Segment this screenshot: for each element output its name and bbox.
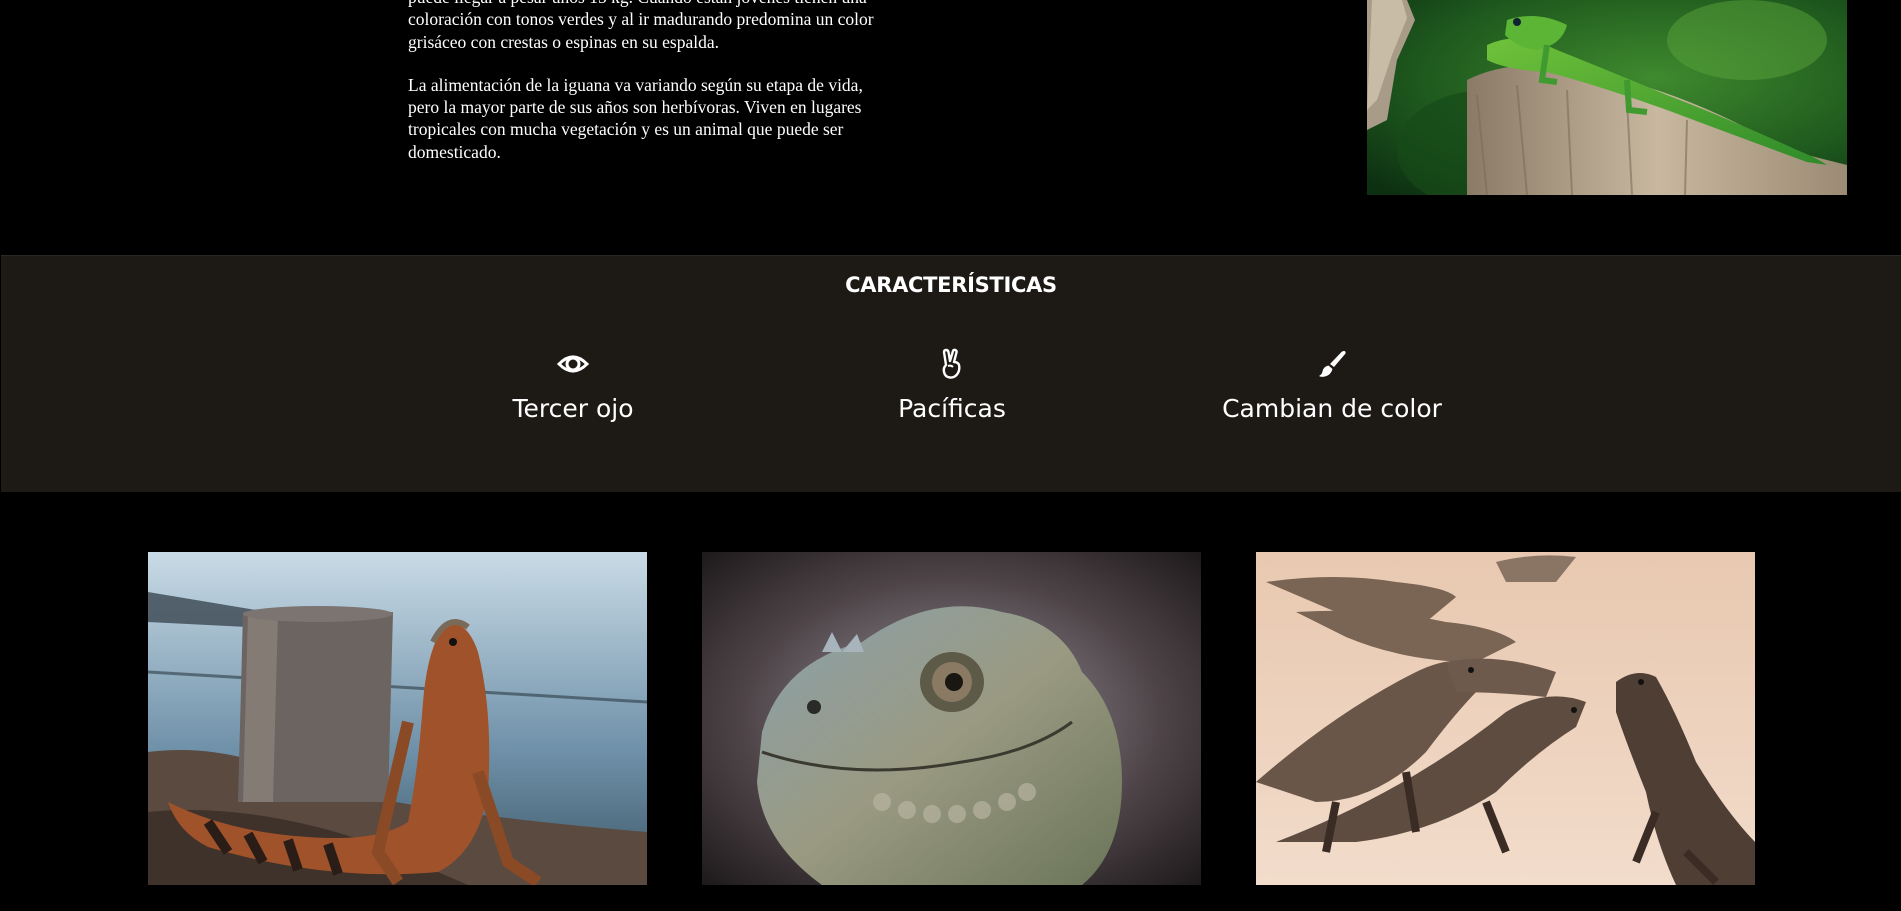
peace-hand-icon [942,348,961,379]
paint-brush-icon [1319,351,1346,377]
iguana-closeup-photo [702,552,1201,885]
feature-label: Cambian de color [1222,394,1442,423]
characteristics-section: CARACTERÍSTICAS Tercer ojo Pacíficas Cam… [1,255,1901,492]
section-title: CARACTERÍSTICAS [845,273,1057,297]
green-iguana-photo [1367,0,1847,195]
intro-paragraph-2: La alimentación de la iguana va variando… [408,74,863,162]
iguanas-on-beach-photo [1256,552,1755,885]
orange-iguana-photo [148,552,647,885]
feature-change-color: Cambian de color [1172,348,1492,423]
feature-peaceful: Pacíficas [792,348,1112,423]
feature-label: Pacíficas [898,394,1006,423]
intro-paragraph-1: puede llegar a pesar unos 15 kg. Cuando … [408,0,874,52]
feature-third-eye: Tercer ojo [413,348,733,423]
eye-icon [557,355,589,373]
feature-label: Tercer ojo [512,394,634,423]
intro-text: puede llegar a pesar unos 15 kg. Cuando … [408,0,888,184]
